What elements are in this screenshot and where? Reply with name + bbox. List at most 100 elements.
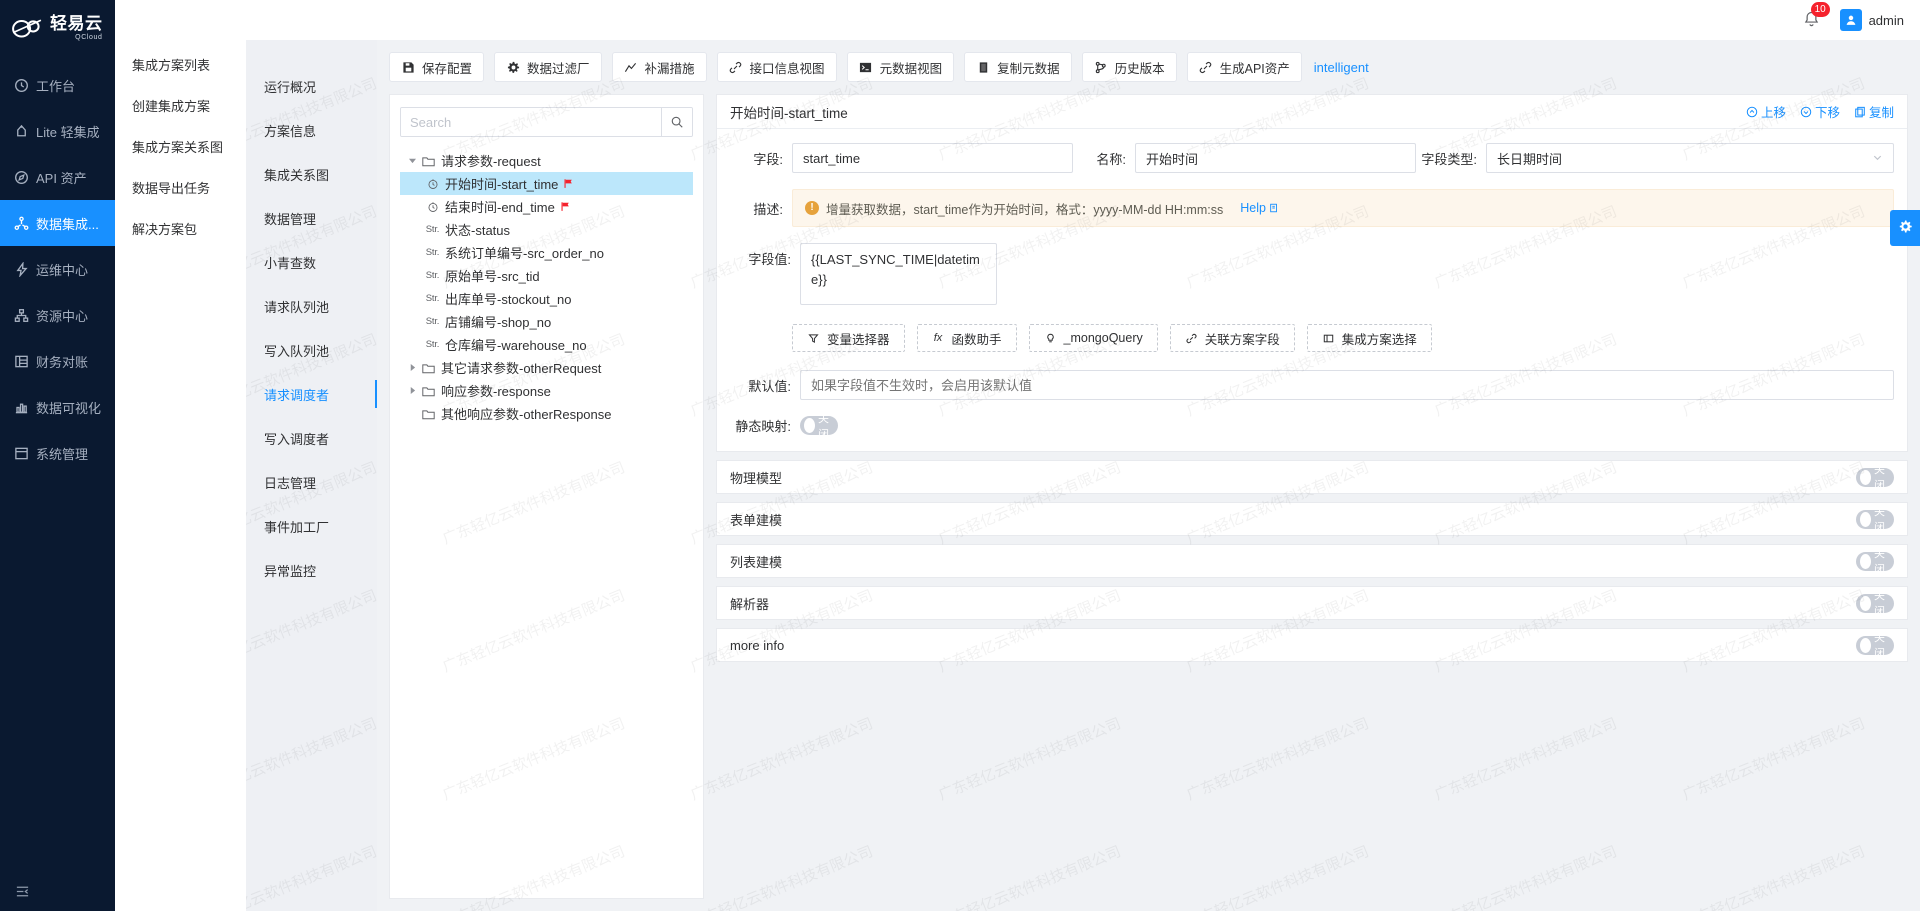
settings-rail-button[interactable]: [1890, 210, 1920, 246]
metadata-view-button[interactable]: 元数据视图: [846, 52, 955, 82]
section-toggle[interactable]: 关闭: [1856, 506, 1894, 534]
search-input[interactable]: [401, 108, 661, 136]
section-more-info[interactable]: more info 关闭: [716, 628, 1908, 662]
section-toggle[interactable]: 关闭: [1856, 548, 1894, 576]
sidebar-item-finance[interactable]: 财务对账: [0, 338, 115, 384]
notification-bell[interactable]: 10: [1802, 2, 1830, 30]
tree-node-src-tid[interactable]: Str. 原始单号-src_tid: [400, 264, 693, 287]
toolbar-button-label: 接口信息视图: [749, 61, 825, 76]
intelligent-link[interactable]: intelligent: [1314, 60, 1369, 75]
tree-node-end-time[interactable]: 结束时间-end_time: [400, 195, 693, 218]
section-toggle[interactable]: 关闭: [1856, 590, 1894, 618]
chevron-right-icon[interactable]: [404, 387, 420, 394]
move-down-button[interactable]: 下移: [1800, 102, 1840, 121]
name-label: 名称:: [1096, 151, 1126, 167]
nav3-item-request-queue[interactable]: 请求队列池: [246, 284, 377, 328]
tertiary-nav: 运行概况 方案信息 集成关系图 数据管理 小青查数 请求队列池 写入队列池 请求…: [246, 40, 377, 911]
section-physical-model[interactable]: 物理模型 关闭: [716, 460, 1908, 494]
section-toggle[interactable]: 关闭: [1856, 632, 1894, 660]
nav3-item-data-management[interactable]: 数据管理: [246, 196, 377, 240]
nav3-item-xiaoqing-query[interactable]: 小青查数: [246, 240, 377, 284]
field-detail-header: 开始时间-start_time 上移 下移 复制: [717, 95, 1907, 129]
variable-selector-button[interactable]: 变量选择器: [792, 324, 905, 352]
nav2-item-solution-package[interactable]: 解决方案包: [115, 208, 246, 249]
related-scheme-field-button[interactable]: 关联方案字段: [1169, 324, 1295, 352]
sidebar-item-data-integration[interactable]: 数据集成...: [0, 200, 115, 246]
tree-node-warehouse-no[interactable]: Str. 仓库编号-warehouse_no: [400, 333, 693, 356]
help-link[interactable]: Help: [1240, 201, 1279, 215]
sidebar-item-resource-center[interactable]: 资源中心: [0, 292, 115, 338]
tree-node-src-order-no[interactable]: Str. 系统订单编号-src_order_no: [400, 241, 693, 264]
nav3-item-log-management[interactable]: 日志管理: [246, 460, 377, 504]
mongo-query-button[interactable]: _mongoQuery: [1028, 324, 1158, 352]
gear-icon: [506, 60, 520, 74]
copy-field-button[interactable]: 复制: [1854, 102, 1894, 121]
tree-node-label: 结束时间-end_time: [445, 200, 555, 215]
field-value-textarea[interactable]: {{LAST_SYNC_TIME|datetime}}: [800, 243, 997, 305]
chevron-right-icon[interactable]: [404, 364, 420, 371]
sidebar-item-visualization[interactable]: 数据可视化: [0, 384, 115, 430]
nav3-item-request-scheduler[interactable]: 请求调度者: [246, 372, 377, 416]
patch-measure-button[interactable]: 补漏措施: [611, 52, 707, 82]
tree-node-other-response[interactable]: 其他响应参数-otherResponse: [400, 402, 693, 425]
brand-logo[interactable]: 轻易云 QCloud: [0, 0, 115, 56]
terminal-icon: [859, 60, 873, 74]
nav2-item-scheme-list[interactable]: 集成方案列表: [115, 44, 246, 85]
tree-node-response[interactable]: 响应参数-response: [400, 379, 693, 402]
default-value-input[interactable]: [800, 370, 1894, 400]
user-menu[interactable]: admin: [1839, 9, 1904, 31]
nav3-item-scheme-info[interactable]: 方案信息: [246, 108, 377, 152]
save-config-button[interactable]: 保存配置: [389, 52, 485, 82]
section-toggle[interactable]: 关闭: [1856, 464, 1894, 492]
nav3-item-event-factory[interactable]: 事件加工厂: [246, 504, 377, 548]
section-form-modeling[interactable]: 表单建模 关闭: [716, 502, 1908, 536]
tree-node-shop-no[interactable]: Str. 店铺编号-shop_no: [400, 310, 693, 333]
history-version-button[interactable]: 历史版本: [1081, 52, 1177, 82]
nav3-item-integration-graph[interactable]: 集成关系图: [246, 152, 377, 196]
section-title: 列表建模: [730, 554, 783, 570]
tree-node-other-request[interactable]: 其它请求参数-otherRequest: [400, 356, 693, 379]
flag-icon: [560, 201, 571, 212]
name-input[interactable]: 开始时间: [1135, 143, 1416, 173]
tree-node-start-time[interactable]: 开始时间-start_time: [400, 172, 693, 195]
collapse-icon[interactable]: [10, 879, 34, 903]
nav2-item-label: 集成方案关系图: [132, 140, 224, 155]
notification-badge: 10: [1810, 2, 1830, 17]
nav2-item-create-scheme[interactable]: 创建集成方案: [115, 85, 246, 126]
section-parser[interactable]: 解析器 关闭: [716, 586, 1908, 620]
sidebar-item-api-assets[interactable]: API 资产: [0, 154, 115, 200]
move-up-button[interactable]: 上移: [1746, 102, 1786, 121]
type-label: 字段类型:: [1421, 151, 1477, 167]
tree-node-stockout-no[interactable]: Str. 出库单号-stockout_no: [400, 287, 693, 310]
search-icon[interactable]: [661, 108, 692, 136]
tree-node-request[interactable]: 请求参数-request: [400, 149, 693, 172]
scheme-select-button[interactable]: 集成方案选择: [1306, 324, 1432, 352]
sidebar-item-workbench[interactable]: 工作台: [0, 62, 115, 108]
static-mapping-toggle[interactable]: 关闭: [800, 413, 838, 441]
nav3-item-run-overview[interactable]: 运行概况: [246, 64, 377, 108]
content-area: 保存配置 数据过滤厂 补漏措施 接口信息视图 元数据视图 复制元数据 历史版本 …: [377, 40, 1920, 911]
field-type-select[interactable]: 长日期时间: [1486, 143, 1894, 173]
sidebar-item-ops-center[interactable]: 运维中心: [0, 246, 115, 292]
copy-icon: [976, 60, 990, 74]
nav3-item-write-queue[interactable]: 写入队列池: [246, 328, 377, 372]
copy-metadata-button[interactable]: 复制元数据: [964, 52, 1072, 82]
tree-node-status[interactable]: Str. 状态-status: [400, 218, 693, 241]
toolbar-button-label: 数据过滤厂: [527, 61, 590, 76]
section-title: 物理模型: [730, 470, 783, 486]
nav2-item-export-task[interactable]: 数据导出任务: [115, 167, 246, 208]
generate-api-asset-button[interactable]: 生成API资产: [1186, 52, 1302, 82]
nav3-item-label: 请求调度者: [264, 387, 330, 403]
nav2-item-scheme-graph[interactable]: 集成方案关系图: [115, 126, 246, 167]
function-helper-button[interactable]: fx 函数助手: [916, 324, 1017, 352]
field-input[interactable]: start_time: [792, 143, 1073, 173]
sidebar-item-lite[interactable]: Lite 轻集成: [0, 108, 115, 154]
data-filter-button[interactable]: 数据过滤厂: [494, 52, 602, 82]
section-list-modeling[interactable]: 列表建模 关闭: [716, 544, 1908, 578]
interface-info-view-button[interactable]: 接口信息视图: [716, 52, 837, 82]
sidebar-item-system[interactable]: 系统管理: [0, 430, 115, 476]
toggle-knob: [1860, 511, 1871, 527]
chevron-down-icon[interactable]: [404, 157, 420, 164]
nav3-item-exception-monitor[interactable]: 异常监控: [246, 548, 377, 592]
nav3-item-write-scheduler[interactable]: 写入调度者: [246, 416, 377, 460]
